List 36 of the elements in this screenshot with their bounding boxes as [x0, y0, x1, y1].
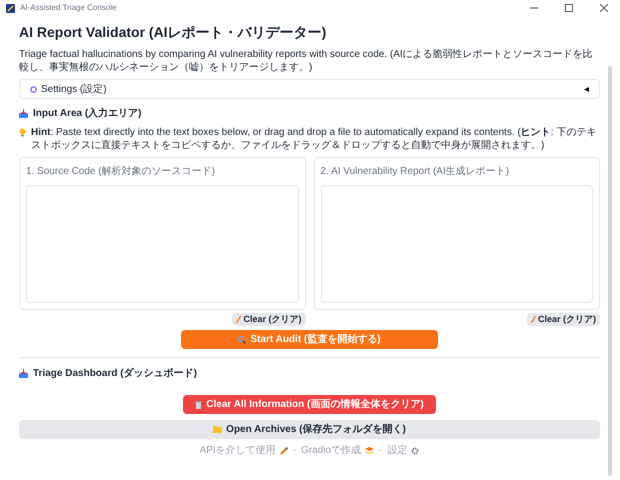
window-title: AI-Assisted Triage Console — [20, 2, 116, 14]
open-archives-button[interactable]: Open Archives (保存先フォルダを開く) — [19, 420, 600, 439]
section-title: Input Area (入力エリア) — [33, 106, 142, 121]
description-text: Triage factual hallucinations by comparing AI vulnerability reports with source code. (AIによる脆弱性レポートとソースコードを比較し、事実無根のハルシネーション（嘘）をトリアージします。) — [19, 48, 594, 74]
gear-icon — [411, 446, 420, 454]
page-heading: AI Report Validator (AIレポート・バリデーター) — [19, 23, 328, 42]
gear-icon — [30, 86, 37, 92]
maximize-icon[interactable] — [565, 4, 573, 12]
footer-link[interactable]: 設定 — [387, 443, 420, 458]
settings-accordion[interactable]: Settings (設定) — [19, 79, 600, 99]
section-title: Triage Dashboard (ダッシュボード) — [33, 366, 197, 381]
broom-icon — [236, 316, 242, 323]
clear-all-button[interactable]: Clear All Information (画面の情報全体をクリア) — [183, 395, 436, 414]
search-icon — [238, 336, 246, 344]
folder-icon — [213, 426, 222, 433]
field-label: 2. AI Vulnerability Report (AI生成レポート) — [320, 164, 510, 179]
broom-icon — [530, 316, 536, 323]
triangle-icon — [584, 86, 589, 92]
light-bulb-icon — [19, 128, 26, 137]
inbox-tray-icon — [19, 369, 28, 378]
start-audit-button[interactable]: Start Audit (監査を開始する) — [181, 330, 438, 349]
footer-link[interactable]: Gradioで作成 — [301, 443, 374, 458]
footer-link[interactable]: APIを介して使用 — [200, 443, 288, 458]
inbox-tray-icon — [19, 109, 28, 118]
separator-dot: · — [379, 444, 382, 458]
rocket-icon — [280, 446, 288, 454]
hint-text: Hint: Paste text directly into the text boxes below, or drag and drop a file to automatically expand its contents. (ヒント: 下のテキストボックスに直接テキストをコピペするか、ファイルをドラッグ＆ドロップすると自動で中身が展開されます。) — [31, 126, 598, 152]
field-label: 1. Source Code (解析対象のソースコード) — [26, 164, 216, 179]
settings-label: Settings (設定) — [41, 82, 107, 96]
clear-button[interactable]: Clear (クリア) — [232, 313, 306, 326]
app-icon — [6, 4, 15, 12]
separator-dot: · — [292, 444, 296, 458]
clear-button[interactable]: Clear (クリア) — [526, 313, 600, 326]
close-icon[interactable] — [600, 4, 608, 12]
logo-icon — [365, 447, 374, 454]
trash-icon — [195, 400, 202, 408]
